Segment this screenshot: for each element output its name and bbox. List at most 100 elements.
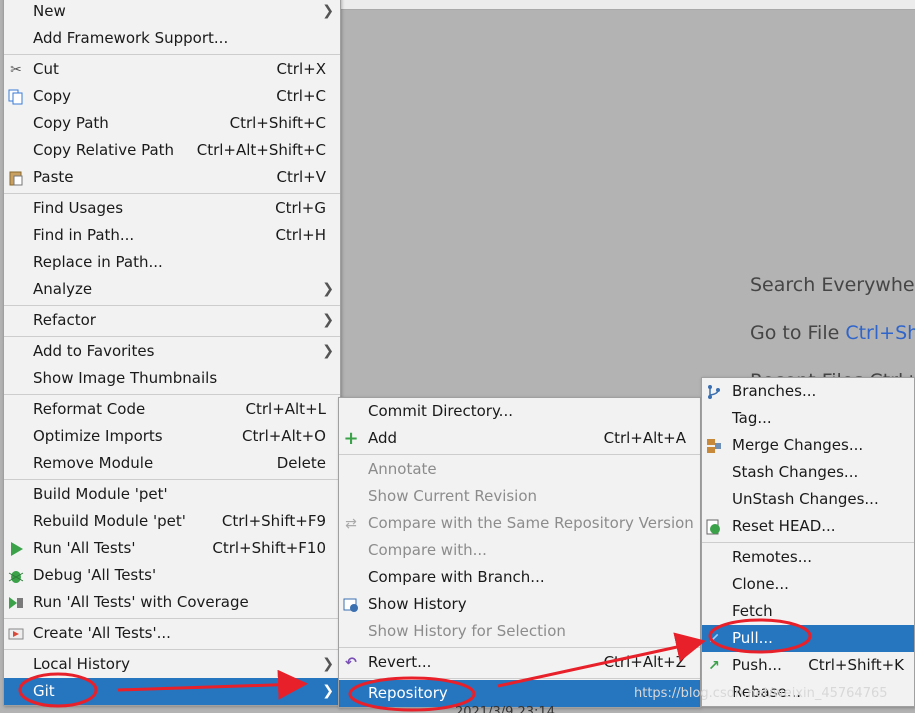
- menu-item-label: Show History for Selection: [368, 622, 566, 640]
- menu-item-shortcut: Ctrl+V: [276, 168, 326, 186]
- menu-item-analyze[interactable]: Analyze ❯: [4, 276, 340, 303]
- menu-item-label: UnStash Changes...: [732, 490, 879, 508]
- hint-goto-shortcut: Ctrl+Sh: [845, 322, 915, 344]
- menu-item-refactor[interactable]: Refactor ❯: [4, 307, 340, 334]
- menu-item-label: Remove Module: [33, 454, 154, 472]
- menu-item-remove-module[interactable]: Remove Module Delete: [4, 450, 340, 477]
- menu-item-unstash-changes[interactable]: UnStash Changes...: [702, 486, 914, 513]
- menu-item-find-in-path[interactable]: Find in Path... Ctrl+H: [4, 222, 340, 249]
- menu-item-optimize-imports[interactable]: Optimize Imports Ctrl+Alt+O: [4, 423, 340, 450]
- menu-item-label: Cut: [33, 60, 59, 78]
- menu-item-label: Reset HEAD...: [732, 517, 836, 535]
- menu-item-copy[interactable]: Copy Ctrl+C: [4, 83, 340, 110]
- menu-item-tag[interactable]: Tag...: [702, 405, 914, 432]
- menu-item-copy-path[interactable]: Copy Path Ctrl+Shift+C: [4, 110, 340, 137]
- watermark: https://blog.csdn.net/weixin_45764765: [634, 686, 888, 701]
- git-submenu: Commit Directory... + Add Ctrl+Alt+A Annot…: [338, 397, 701, 708]
- menu-item-label: Reformat Code: [33, 400, 146, 418]
- menu-item-stash-changes[interactable]: Stash Changes...: [702, 459, 914, 486]
- menu-item-shortcut: Ctrl+Shift+C: [229, 114, 326, 132]
- menu-item-run-all-tests[interactable]: Run 'All Tests' Ctrl+Shift+F10: [4, 535, 340, 562]
- chevron-right-icon: ❯: [322, 312, 334, 328]
- menu-item-label: Replace in Path...: [33, 253, 163, 271]
- menu-item-commit-directory[interactable]: Commit Directory...: [339, 398, 700, 425]
- hint-goto-file: Go to File Ctrl+Sh: [750, 322, 915, 344]
- menu-item-show-current-revision[interactable]: Show Current Revision: [339, 483, 700, 510]
- menu-item-show-image-thumbnails[interactable]: Show Image Thumbnails: [4, 365, 340, 392]
- menu-item-shortcut: Ctrl+G: [275, 199, 326, 217]
- menu-item-compare-with[interactable]: Compare with...: [339, 537, 700, 564]
- status-timestamp: 2021/3/9 23:14: [455, 705, 555, 713]
- menu-item-compare-same-repo[interactable]: ⇄ Compare with the Same Repository Versio…: [339, 510, 700, 537]
- menu-item-push[interactable]: ↗ Push... Ctrl+Shift+K: [702, 652, 914, 679]
- menu-item-shortcut: Ctrl+Shift+F9: [221, 512, 326, 530]
- menu-item-local-history[interactable]: Local History ❯: [4, 651, 340, 678]
- menu-item-label: Compare with the Same Repository Version: [368, 514, 694, 532]
- menu-item-revert[interactable]: ↶ Revert... Ctrl+Alt+Z: [339, 649, 700, 676]
- menu-item-label: Copy: [33, 87, 72, 105]
- menu-item-find-usages[interactable]: Find Usages Ctrl+G: [4, 195, 340, 222]
- menu-item-pull[interactable]: ↙ Pull...: [702, 625, 914, 652]
- menu-item-create-all-tests[interactable]: Create 'All Tests'...: [4, 620, 340, 647]
- menu-item-label: Tag...: [732, 409, 772, 427]
- revert-icon: ↶: [345, 655, 357, 671]
- menu-item-add-to-favorites[interactable]: Add to Favorites ❯: [4, 338, 340, 365]
- menu-item-paste[interactable]: Paste Ctrl+V: [4, 164, 340, 191]
- reset-icon: [706, 519, 722, 535]
- menu-item-label: Pull...: [732, 629, 773, 647]
- menu-item-clone[interactable]: Clone...: [702, 571, 914, 598]
- menu-item-show-history-selection[interactable]: Show History for Selection: [339, 618, 700, 645]
- menu-item-git[interactable]: Git ❯: [4, 678, 340, 705]
- chevron-right-icon: ❯: [322, 343, 334, 359]
- menu-item-label: Add to Favorites: [33, 342, 155, 360]
- menu-item-label: Copy Path: [33, 114, 109, 132]
- menu-item-shortcut: Ctrl+X: [276, 60, 326, 78]
- menu-item-replace-in-path[interactable]: Replace in Path...: [4, 249, 340, 276]
- menu-item-label: Revert...: [368, 653, 432, 671]
- chevron-right-icon: ❯: [322, 656, 334, 672]
- menu-item-rebuild-module[interactable]: Rebuild Module 'pet' Ctrl+Shift+F9: [4, 508, 340, 535]
- menu-item-reset-head[interactable]: Reset HEAD...: [702, 513, 914, 540]
- menu-item-copy-relative-path[interactable]: Copy Relative Path Ctrl+Alt+Shift+C: [4, 137, 340, 164]
- menu-item-label: New: [33, 2, 66, 20]
- menu-item-fetch[interactable]: Fetch: [702, 598, 914, 625]
- menu-item-shortcut: Ctrl+C: [276, 87, 326, 105]
- menu-item-label: Commit Directory...: [368, 402, 513, 420]
- menu-item-label: Fetch: [732, 602, 773, 620]
- menu-item-label: Add: [368, 429, 398, 447]
- menu-item-branches[interactable]: Branches...: [702, 378, 914, 405]
- menu-item-reformat-code[interactable]: Reformat Code Ctrl+Alt+L: [4, 396, 340, 423]
- menu-item-add[interactable]: + Add Ctrl+Alt+A: [339, 425, 700, 452]
- menu-item-annotate[interactable]: Annotate: [339, 456, 700, 483]
- menu-item-label: Merge Changes...: [732, 436, 864, 454]
- create-test-icon: [8, 626, 24, 642]
- menu-item-merge-changes[interactable]: Merge Changes...: [702, 432, 914, 459]
- menu-item-add-framework[interactable]: Add Framework Support...: [4, 25, 340, 52]
- menu-item-show-history[interactable]: Show History: [339, 591, 700, 618]
- menu-item-new[interactable]: New ❯: [4, 0, 340, 25]
- run-icon: [8, 541, 24, 557]
- menu-item-label: Find Usages: [33, 199, 124, 217]
- menu-item-build-module[interactable]: Build Module 'pet': [4, 481, 340, 508]
- menu-item-label: Show History: [368, 595, 467, 613]
- menu-item-label: Push...: [732, 656, 782, 674]
- menu-item-label: Show Current Revision: [368, 487, 538, 505]
- menu-item-label: Remotes...: [732, 548, 812, 566]
- menu-item-label: Add Framework Support...: [33, 29, 229, 47]
- chevron-right-icon: ❯: [322, 3, 334, 19]
- menu-item-label: Refactor: [33, 311, 96, 329]
- push-icon: ↗: [708, 658, 720, 674]
- menu-item-debug-all-tests[interactable]: Debug 'All Tests': [4, 562, 340, 589]
- menu-item-cut[interactable]: ✂ Cut Ctrl+X: [4, 56, 340, 83]
- menu-item-shortcut: Ctrl+Shift+K: [808, 656, 904, 674]
- menu-item-label: Local History: [33, 655, 131, 673]
- editor-tab-strip: [340, 0, 915, 10]
- menu-item-remotes[interactable]: Remotes...: [702, 544, 914, 571]
- menu-item-label: Git: [33, 682, 55, 700]
- pull-icon: ↙: [708, 631, 720, 647]
- copy-icon: [8, 89, 24, 105]
- menu-item-run-with-coverage[interactable]: Run 'All Tests' with Coverage: [4, 589, 340, 616]
- menu-item-label: Run 'All Tests': [33, 539, 136, 557]
- chevron-right-icon: ❯: [322, 281, 334, 297]
- menu-item-compare-with-branch[interactable]: Compare with Branch...: [339, 564, 700, 591]
